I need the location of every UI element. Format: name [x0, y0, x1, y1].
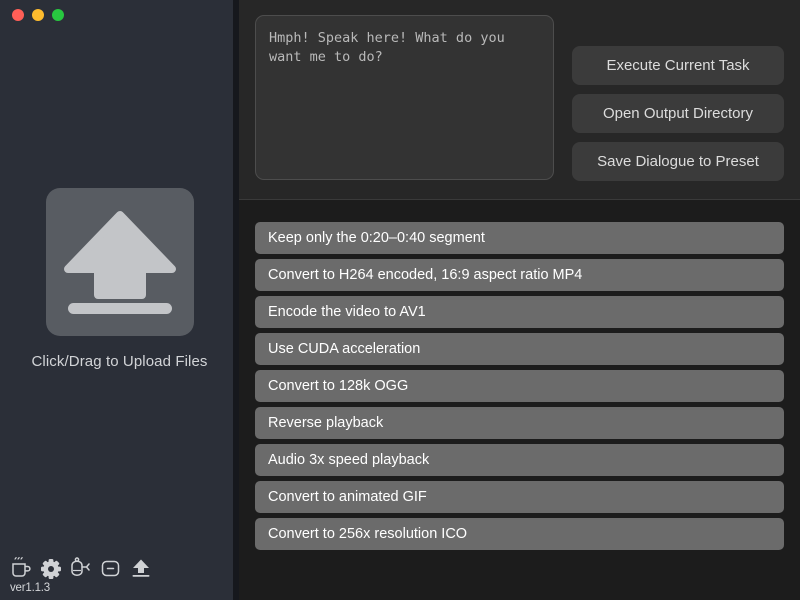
teapot-icon[interactable] [70, 556, 92, 580]
gear-icon[interactable] [40, 556, 62, 580]
list-item[interactable]: Keep only the 0:20–0:40 segment [255, 222, 784, 254]
upload-dropzone[interactable]: Click/Drag to Upload Files [0, 30, 239, 600]
coffee-cup-icon[interactable] [10, 556, 32, 580]
sidebar: Click/Drag to Upload Files [0, 0, 239, 600]
footer-icon-bar [10, 550, 233, 580]
save-dialogue-to-preset-button[interactable]: Save Dialogue to Preset [572, 142, 784, 181]
main-area: Execute Current Task Open Output Directo… [239, 0, 800, 600]
open-output-directory-button[interactable]: Open Output Directory [572, 94, 784, 133]
titlebar [0, 0, 239, 30]
upload-label: Click/Drag to Upload Files [32, 353, 208, 370]
list-item[interactable]: Convert to 256x resolution ICO [255, 518, 784, 550]
window-icon[interactable] [100, 556, 122, 580]
minimize-window-button[interactable] [32, 9, 44, 21]
upload-arrow-icon [62, 207, 178, 317]
upload-button[interactable] [46, 188, 194, 336]
list-item[interactable]: Encode the video to AV1 [255, 296, 784, 328]
prompt-input[interactable] [255, 15, 554, 180]
action-button-group: Execute Current Task Open Output Directo… [572, 15, 784, 184]
list-item[interactable]: Convert to animated GIF [255, 481, 784, 513]
list-item[interactable]: Use CUDA acceleration [255, 333, 784, 365]
maximize-window-button[interactable] [52, 9, 64, 21]
sidebar-footer: ver1.1.3 [0, 550, 233, 600]
list-item[interactable]: Convert to 128k OGG [255, 370, 784, 402]
list-item[interactable]: Reverse playback [255, 407, 784, 439]
list-item[interactable]: Audio 3x speed playback [255, 444, 784, 476]
version-label: ver1.1.3 [10, 582, 233, 594]
app-window: Click/Drag to Upload Files [0, 0, 800, 600]
close-window-button[interactable] [12, 9, 24, 21]
prompt-wrapper [255, 15, 554, 184]
list-item[interactable]: Convert to H264 encoded, 16:9 aspect rat… [255, 259, 784, 291]
execute-current-task-button[interactable]: Execute Current Task [572, 46, 784, 85]
suggestion-list: Keep only the 0:20–0:40 segment Convert … [239, 200, 800, 600]
prompt-panel: Execute Current Task Open Output Directo… [239, 0, 800, 200]
upload-icon[interactable] [130, 556, 152, 580]
